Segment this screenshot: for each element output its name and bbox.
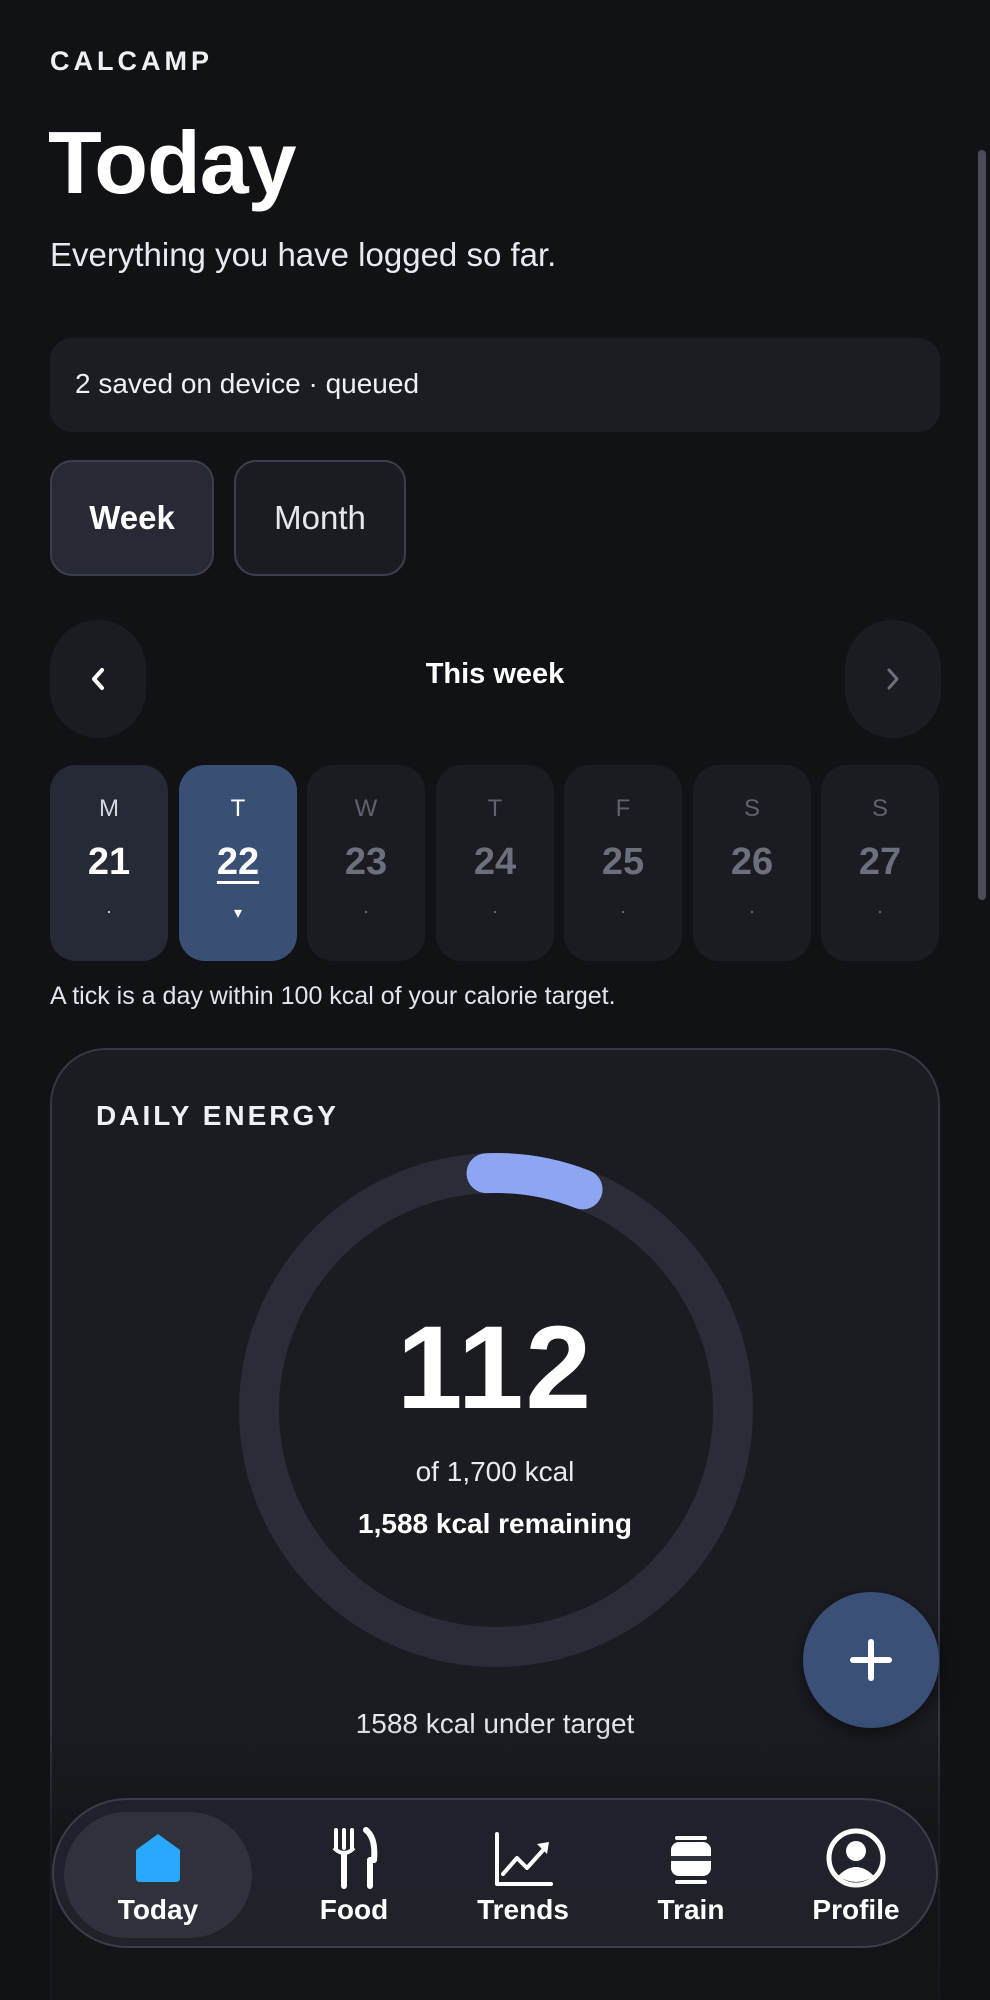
- day-number: 22: [216, 841, 260, 883]
- day-status-mark: ·: [877, 901, 883, 921]
- day-mon-21[interactable]: M 21 ·: [50, 765, 168, 961]
- scrollbar-thumb[interactable]: [978, 150, 986, 900]
- calories-remaining-label: 1,588 kcal remaining: [358, 1508, 632, 1539]
- fork-knife-icon: [332, 1827, 378, 1889]
- tab-today[interactable]: Today: [64, 1812, 252, 1938]
- day-wed-23[interactable]: W 23 ·: [307, 765, 425, 961]
- sync-status-text: 2 saved on device · queued: [75, 368, 420, 399]
- chevron-right-icon: [887, 668, 899, 690]
- day-number: 23: [344, 841, 388, 883]
- tab-label: Trends: [477, 1894, 569, 1925]
- day-number: 27: [858, 841, 902, 883]
- day-of-week: T: [230, 795, 246, 822]
- home-icon: [136, 1834, 180, 1882]
- day-number: 21: [87, 841, 131, 883]
- trend-chart-icon: [495, 1832, 553, 1886]
- day-status-mark: ·: [492, 901, 498, 921]
- day-of-week: W: [354, 795, 378, 822]
- tab-label: Food: [319, 1894, 389, 1925]
- day-of-week: M: [99, 795, 119, 822]
- week-toggle-button[interactable]: Week: [50, 460, 214, 576]
- next-week-button[interactable]: [845, 620, 941, 738]
- month-toggle-button[interactable]: Month: [234, 460, 406, 576]
- tab-label: Today: [117, 1894, 199, 1925]
- day-sat-26[interactable]: S 26 ·: [693, 765, 811, 961]
- add-entry-button[interactable]: [803, 1592, 939, 1728]
- tab-food[interactable]: Food: [270, 1812, 438, 1938]
- day-of-week: S: [871, 795, 888, 822]
- day-status-mark: ·: [106, 901, 112, 921]
- profile-icon: [826, 1828, 886, 1888]
- day-of-week: S: [743, 795, 760, 822]
- day-number: 26: [730, 841, 774, 883]
- calorie-target-label: of 1,700 kcal: [415, 1456, 575, 1487]
- day-status-mark: ·: [620, 901, 626, 921]
- daily-energy-title: DAILY ENERGY: [96, 1100, 339, 1131]
- tab-trends[interactable]: Trends: [439, 1812, 607, 1938]
- sync-status-card: 2 saved on device · queued: [50, 338, 940, 432]
- day-number: 25: [601, 841, 645, 883]
- selected-day-marker: ▾: [233, 905, 243, 922]
- day-status-mark: ·: [363, 901, 369, 921]
- calories-consumed-value: 112: [396, 1302, 594, 1434]
- day-number: 24: [473, 841, 517, 883]
- train-icon: [671, 1836, 711, 1884]
- day-tue-22[interactable]: T 22 ▾: [179, 765, 297, 961]
- tick-legend-note: A tick is a day within 100 kcal of your …: [50, 982, 616, 1010]
- page-subtitle: Everything you have logged so far.: [50, 236, 557, 273]
- day-of-week: T: [487, 795, 503, 822]
- day-of-week: F: [615, 795, 631, 822]
- tab-label: Profile: [812, 1894, 900, 1925]
- day-fri-25[interactable]: F 25 ·: [564, 765, 682, 961]
- scrollbar[interactable]: [976, 70, 990, 900]
- bottom-tab-bar: Today Food Trends Train Profile: [52, 1798, 938, 1948]
- day-thu-24[interactable]: T 24 ·: [436, 765, 554, 961]
- week-label: This week: [425, 658, 565, 690]
- plus-icon: [850, 1639, 892, 1681]
- day-status-mark: ·: [749, 901, 755, 921]
- tab-train[interactable]: Train: [607, 1812, 775, 1938]
- ring-progress-arc: [466, 1153, 603, 1210]
- app-brand: CALCAMP: [50, 46, 213, 76]
- page-title: Today: [48, 113, 297, 212]
- day-sun-27[interactable]: S 27 ·: [821, 765, 939, 961]
- tab-profile[interactable]: Profile: [772, 1812, 940, 1938]
- tab-label: Train: [657, 1894, 725, 1925]
